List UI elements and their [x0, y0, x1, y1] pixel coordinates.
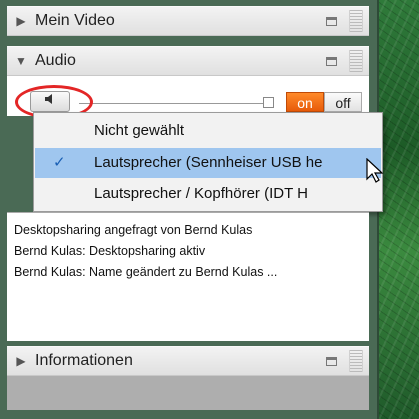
audio-off-button[interactable]: off [324, 92, 362, 112]
dropdown-item[interactable]: Nicht gewählt [35, 116, 381, 146]
expand-triangle-icon[interactable]: ▶ [7, 14, 35, 28]
expand-triangle-icon[interactable]: ▶ [7, 354, 35, 368]
drag-handle[interactable] [349, 350, 363, 372]
dropdown-item-label: Lautsprecher / Kopfhörer (IDT H [94, 185, 308, 202]
section-title: Audio [35, 52, 76, 69]
window-icon[interactable] [326, 356, 337, 366]
audio-on-button[interactable]: on [286, 92, 324, 112]
dropdown-item-label: Lautsprecher (Sennheiser USB he [94, 154, 323, 171]
window-icon[interactable] [326, 16, 337, 26]
checkmark-icon: ✓ [53, 154, 66, 171]
dropdown-item[interactable]: Lautsprecher / Kopfhörer (IDT H [35, 179, 381, 209]
window-icon[interactable] [326, 56, 337, 66]
bottom-bar [7, 376, 369, 410]
section-title: Mein Video [35, 12, 115, 29]
collapse-triangle-icon[interactable]: ▼ [7, 54, 35, 68]
activity-log: Desktopsharing angefragt von Bernd Kulas… [7, 212, 369, 341]
section-title: Informationen [35, 352, 133, 369]
section-mein-video-header[interactable]: ▶ Mein Video [7, 6, 369, 36]
drag-handle[interactable] [349, 10, 363, 32]
mouse-cursor-icon [366, 158, 384, 183]
volume-slider-thumb[interactable] [263, 97, 274, 108]
app-window: ▶ Mein Video ▼ Audio on off Nicht gewähl… [0, 0, 419, 419]
speaker-dropdown-menu: Nicht gewählt ✓ Lautsprecher (Sennheiser… [33, 112, 383, 212]
dropdown-item-label: Nicht gewählt [94, 122, 185, 139]
section-informationen-header[interactable]: ▶ Informationen [7, 346, 369, 376]
section-audio-header[interactable]: ▼ Audio [7, 46, 369, 76]
log-entry: Bernd Kulas: Name geändert zu Bernd Kula… [14, 265, 278, 279]
drag-handle[interactable] [349, 50, 363, 72]
log-entry: Desktopsharing angefragt von Bernd Kulas [14, 223, 253, 237]
dropdown-item-selected[interactable]: ✓ Lautsprecher (Sennheiser USB he [35, 148, 381, 178]
log-entry: Bernd Kulas: Desktopsharing aktiv [14, 244, 206, 258]
volume-slider-track[interactable] [79, 103, 269, 104]
